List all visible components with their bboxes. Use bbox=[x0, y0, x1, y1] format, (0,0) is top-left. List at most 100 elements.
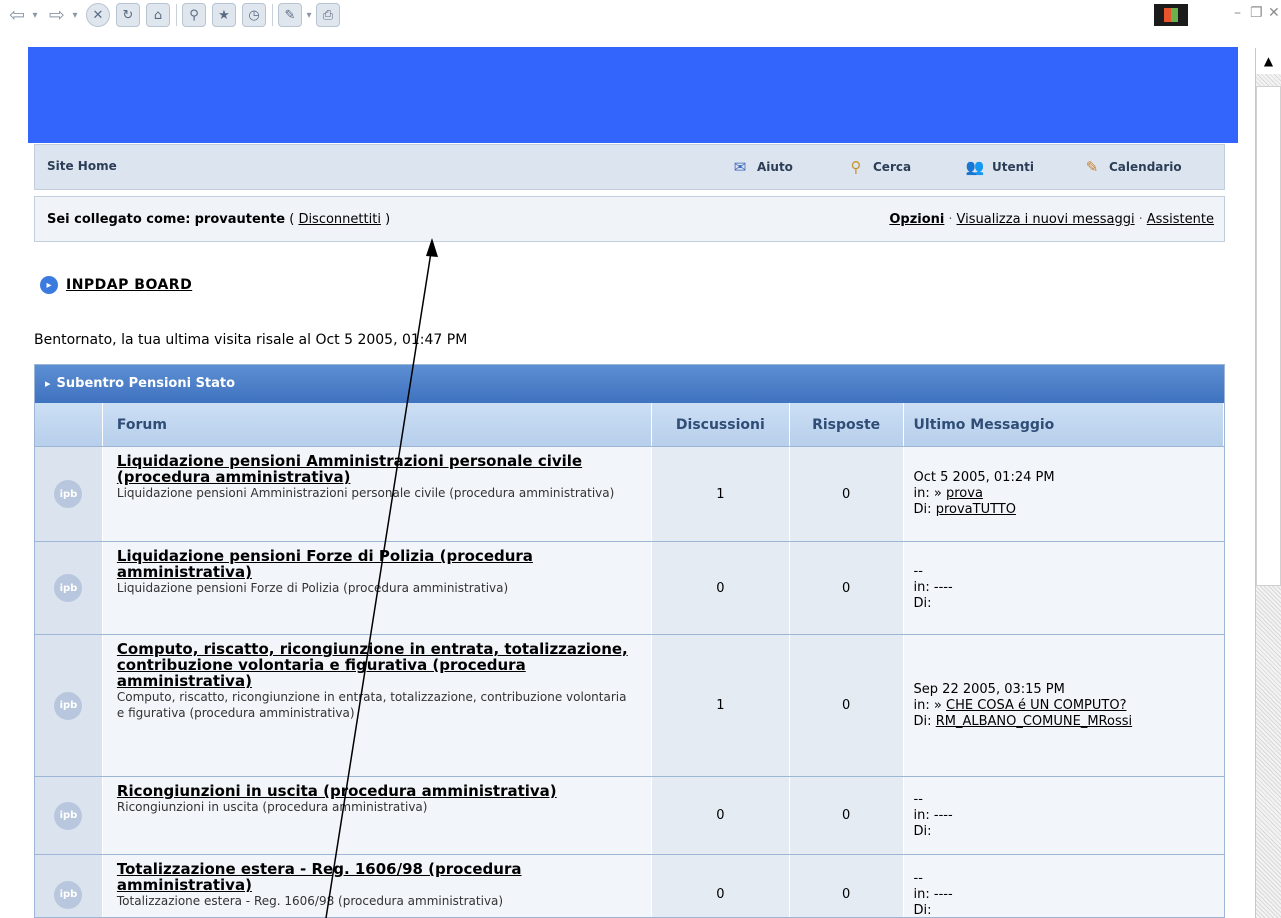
last-post-date: -- bbox=[913, 564, 923, 579]
nav-item-cerca[interactable]: ⚲ Cerca bbox=[845, 157, 912, 177]
last-post-topic: ---- bbox=[933, 807, 953, 823]
by-label: Di: bbox=[913, 502, 932, 517]
new-messages-link[interactable]: Visualizza i nuovi messaggi bbox=[957, 212, 1135, 227]
board-title-link[interactable]: INPDAP BOARD bbox=[66, 277, 192, 293]
table-row: ipb Liquidazione pensioni Forze di Poliz… bbox=[35, 542, 1224, 635]
table-row: ipb Totalizzazione estera - Reg. 1606/98… bbox=[35, 855, 1224, 918]
options-link[interactable]: Opzioni bbox=[889, 212, 944, 227]
toolbar-separator bbox=[272, 4, 273, 26]
history-icon[interactable]: ◷ bbox=[242, 3, 266, 27]
by-label: Di: bbox=[913, 713, 932, 729]
calendar-icon: ✎ bbox=[1085, 158, 1099, 176]
toolbar-separator bbox=[176, 4, 177, 26]
last-post-cell: -- in: ---- Di: bbox=[903, 777, 1224, 854]
user-links: Opzioni · Visualizza i nuovi messaggi · Assi… bbox=[889, 212, 1214, 227]
forum-table: ▸ Subentro Pensioni Stato Forum Discussio… bbox=[34, 364, 1225, 918]
window-controls: – ❐ ✕ bbox=[1150, 0, 1281, 30]
nav-item-calendario[interactable]: ✎ Calendario bbox=[1081, 157, 1182, 177]
back-dropdown-icon[interactable]: ▾ bbox=[30, 3, 40, 27]
replies-count: 0 bbox=[789, 855, 904, 917]
restore-button[interactable]: ❐ bbox=[1250, 5, 1263, 21]
by-label: Di: bbox=[913, 902, 932, 918]
favorites-icon[interactable]: ★ bbox=[212, 3, 236, 27]
site-banner bbox=[28, 47, 1238, 143]
help-icon: ✉ bbox=[733, 158, 747, 176]
last-post-cell: Sep 22 2005, 03:15 PM in: » CHE COSA é U… bbox=[903, 635, 1224, 776]
home-icon[interactable]: ⌂ bbox=[146, 3, 170, 27]
last-post-topic-link[interactable]: prova bbox=[946, 486, 983, 501]
stop-icon[interactable]: ✕ bbox=[86, 3, 110, 27]
forum-title-link[interactable]: Liquidazione pensioni Amministrazioni pe… bbox=[117, 453, 637, 485]
topics-count: 1 bbox=[651, 635, 790, 776]
nav-item-label: Calendario bbox=[1109, 160, 1182, 174]
browser-toolbar: ⇦ ▾ ⇨ ▾ ✕ ↻ ⌂ ⚲ ★ ◷ ✎ ▾ ⎙ bbox=[0, 0, 1281, 30]
forum-description: Ricongiunzioni in uscita (procedura ammi… bbox=[116, 800, 428, 814]
last-post-date: -- bbox=[913, 791, 923, 807]
back-icon[interactable]: ⇦ bbox=[6, 3, 28, 27]
forum-cell: Totalizzazione estera - Reg. 1606/98 (pr… bbox=[102, 855, 652, 917]
forum-description: Liquidazione pensioni Amministrazioni pe… bbox=[116, 486, 615, 500]
table-row: ipb Ricongiunzioni in uscita (procedura … bbox=[35, 777, 1224, 855]
in-label: in: bbox=[913, 580, 930, 595]
forward-dropdown-icon[interactable]: ▾ bbox=[70, 3, 80, 27]
header-icon-col bbox=[35, 403, 103, 446]
table-header: Forum Discussioni Risposte Ultimo Messag… bbox=[35, 403, 1224, 447]
replies-count: 0 bbox=[789, 635, 904, 776]
forward-icon[interactable]: ⇨ bbox=[46, 3, 68, 27]
board-arrow-icon: ▸ bbox=[40, 276, 58, 294]
nav-item-label: Utenti bbox=[992, 160, 1035, 174]
logged-in-status: Sei collegato come: provautente ( Discon… bbox=[47, 212, 391, 227]
header-topics: Discussioni bbox=[652, 403, 790, 446]
header-forum: Forum bbox=[103, 403, 652, 446]
minimize-button[interactable]: – bbox=[1234, 5, 1241, 21]
category-header[interactable]: ▸ Subentro Pensioni Stato bbox=[35, 365, 1224, 403]
replies-count: 0 bbox=[789, 447, 904, 541]
nav-item-aiuto[interactable]: ✉ Aiuto bbox=[729, 157, 793, 177]
topics-count: 0 bbox=[651, 855, 790, 917]
nav-site-home[interactable]: Site Home bbox=[47, 159, 117, 173]
forum-title-link[interactable]: Liquidazione pensioni Forze di Polizia (… bbox=[117, 548, 637, 580]
scroll-up-arrow-icon[interactable]: ▲ bbox=[1256, 48, 1281, 74]
edit-dropdown-icon[interactable]: ▾ bbox=[304, 3, 314, 27]
category-arrow-icon: ▸ bbox=[45, 377, 51, 390]
replies-count: 0 bbox=[789, 777, 904, 854]
by-label: Di: bbox=[913, 823, 932, 839]
forum-cell: Ricongiunzioni in uscita (procedura ammi… bbox=[102, 777, 652, 854]
users-icon: 👥 bbox=[965, 158, 985, 176]
topics-count: 0 bbox=[651, 542, 790, 634]
forum-cell: Computo, riscatto, ricongiunzione in ent… bbox=[102, 635, 652, 776]
assistant-link[interactable]: Assistente bbox=[1147, 212, 1214, 227]
by-label: Di: bbox=[913, 596, 932, 611]
last-post-topic: ---- bbox=[933, 580, 953, 595]
forum-status-icon: ipb bbox=[35, 855, 103, 917]
vertical-scrollbar[interactable]: ▲ bbox=[1255, 48, 1281, 918]
last-post-topic: ---- bbox=[933, 886, 953, 902]
edit-icon[interactable]: ✎ bbox=[278, 3, 302, 27]
nav-item-label: Cerca bbox=[873, 160, 912, 174]
forum-title-link[interactable]: Ricongiunzioni in uscita (procedura ammi… bbox=[117, 783, 637, 799]
logout-link[interactable]: Disconnettiti bbox=[298, 212, 381, 227]
nav-bar: Site Home ✉ Aiuto ⚲ Cerca 👥 Utenti ✎ Cal… bbox=[34, 144, 1225, 190]
last-post-date: Sep 22 2005, 03:15 PM bbox=[913, 681, 1065, 697]
forum-title-link[interactable]: Computo, riscatto, ricongiunzione in ent… bbox=[117, 641, 637, 689]
windows-logo-icon bbox=[1154, 4, 1188, 26]
forum-status-icon: ipb bbox=[35, 542, 103, 634]
print-icon[interactable]: ⎙ bbox=[316, 3, 340, 27]
last-post-cell: Oct 5 2005, 01:24 PM in: » prova Di: pro… bbox=[903, 447, 1224, 541]
forum-status-icon: ipb bbox=[35, 635, 103, 776]
forum-cell: Liquidazione pensioni Forze di Polizia (… bbox=[102, 542, 652, 634]
last-post-date: -- bbox=[913, 870, 923, 886]
forum-title-link[interactable]: Totalizzazione estera - Reg. 1606/98 (pr… bbox=[117, 861, 637, 893]
last-post-topic-link[interactable]: CHE COSA é UN COMPUTO? bbox=[946, 698, 1126, 713]
user-bar: Sei collegato come: provautente ( Discon… bbox=[34, 196, 1225, 242]
last-post-author-link[interactable]: RM_ALBANO_COMUNE_MRossi bbox=[936, 714, 1132, 729]
forum-description: Computo, riscatto, ricongiunzione in ent… bbox=[116, 690, 627, 720]
scroll-thumb[interactable] bbox=[1256, 86, 1281, 586]
nav-item-utenti[interactable]: 👥 Utenti bbox=[964, 157, 1034, 177]
logged-in-label: Sei collegato come: bbox=[47, 212, 191, 227]
last-post-author-link[interactable]: provaTUTTO bbox=[936, 502, 1016, 517]
refresh-icon[interactable]: ↻ bbox=[116, 3, 140, 27]
in-label: in: bbox=[913, 807, 930, 823]
search-icon[interactable]: ⚲ bbox=[182, 3, 206, 27]
close-button[interactable]: ✕ bbox=[1268, 5, 1280, 21]
